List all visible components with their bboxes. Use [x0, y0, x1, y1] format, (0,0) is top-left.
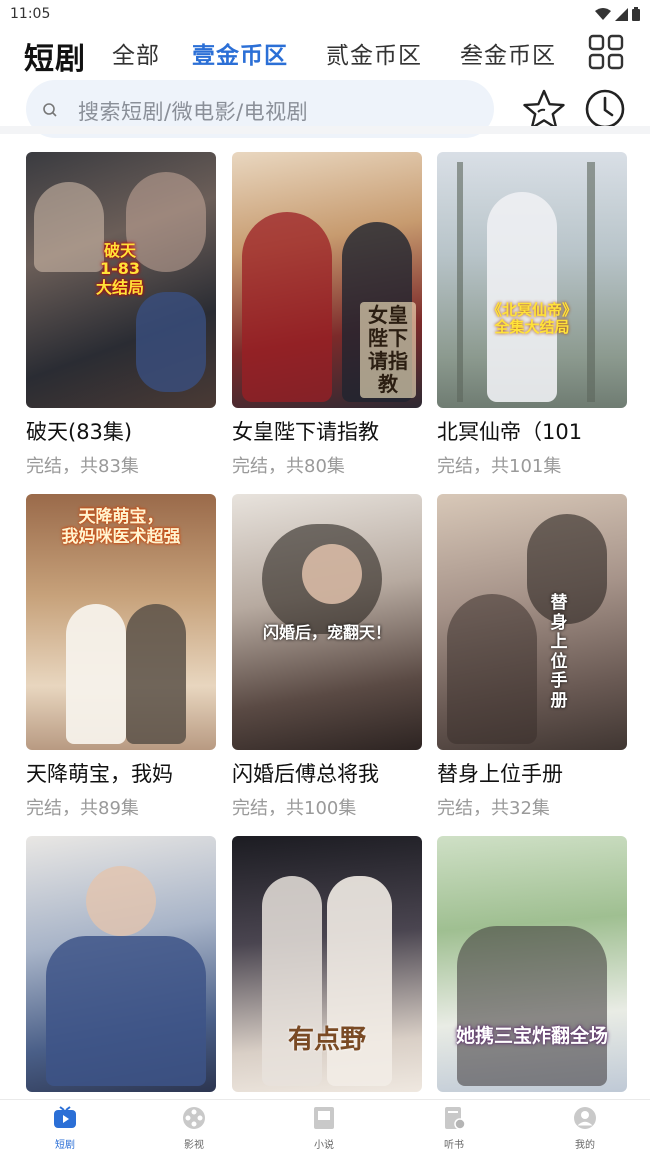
tab-audiobooks[interactable]: 听书 — [414, 1106, 494, 1154]
tab-three-coin[interactable]: 叁金币区 — [460, 36, 556, 70]
tab-label: 短剧 — [55, 1140, 75, 1151]
poster-title-text: 女皇陛下请指教 — [360, 302, 416, 398]
drama-poster[interactable]: 替身上位手册 — [437, 494, 627, 750]
tab-two-coin[interactable]: 贰金币区 — [326, 36, 422, 70]
search-icon — [43, 103, 57, 117]
tab-label: 小说 — [314, 1140, 334, 1151]
drama-poster[interactable] — [26, 836, 216, 1092]
tab-movies[interactable]: 影视 — [154, 1106, 234, 1154]
clock-icon[interactable] — [584, 88, 626, 130]
drama-poster[interactable]: 有点野 — [232, 836, 422, 1092]
page-title: 短剧 — [24, 42, 86, 77]
film-reel-icon — [183, 1107, 205, 1129]
drama-poster[interactable]: 天降萌宝， 我妈咪医术超强 — [26, 494, 216, 750]
drama-status: 完结，共100集 — [232, 798, 357, 819]
drama-status: 完结，共89集 — [26, 798, 139, 819]
drama-title: 天降萌宝，我妈 — [26, 762, 173, 786]
book-icon — [314, 1107, 334, 1129]
poster-title-text: 有点野 — [287, 1025, 366, 1055]
tab-short-drama[interactable]: 短剧 — [25, 1106, 105, 1154]
tab-label: 我的 — [575, 1140, 595, 1151]
drama-title: 闪婚后傅总将我 — [232, 762, 379, 786]
wifi-icon — [595, 8, 611, 20]
poster-title-text: 破天 1-83 大结局 — [95, 241, 144, 297]
status-bar: 11:05 — [0, 0, 650, 28]
poster-title-text: 替身上位手册 — [550, 593, 568, 711]
drama-title: 破天(83集) — [26, 420, 133, 444]
status-time: 11:05 — [10, 6, 51, 22]
poster-title-text: 闪婚后，宠翻天！ — [262, 623, 391, 642]
drama-status: 完结，共83集 — [26, 456, 139, 477]
tab-label: 听书 — [444, 1140, 464, 1151]
tab-label: 影视 — [184, 1140, 204, 1151]
drama-poster[interactable]: 破天 1-83 大结局 — [26, 152, 216, 408]
search-placeholder: 搜索短剧/微电影/电视剧 — [78, 100, 309, 124]
header-divider — [0, 126, 650, 134]
signal-icon — [615, 7, 628, 21]
headphone-book-icon — [445, 1107, 466, 1130]
poster-title-text: 她携三宝炸翻全场 — [455, 1025, 608, 1047]
drama-title: 替身上位手册 — [437, 762, 563, 786]
tab-all[interactable]: 全部 — [112, 36, 160, 70]
drama-status: 完结，共80集 — [232, 456, 345, 477]
user-icon — [574, 1107, 596, 1129]
poster-title-text: 天降萌宝， 我妈咪医术超强 — [61, 507, 181, 547]
tv-icon — [54, 1106, 76, 1128]
drama-poster[interactable]: 她携三宝炸翻全场 — [437, 836, 627, 1092]
tab-novels[interactable]: 小说 — [284, 1106, 364, 1154]
grid-icon[interactable] — [588, 34, 624, 70]
poster-title-text: 《北冥仙帝》 全集大结局 — [486, 301, 577, 337]
tab-one-coin[interactable]: 壹金币区 — [192, 36, 288, 70]
drama-title: 北冥仙帝（101 — [437, 420, 583, 444]
drama-poster[interactable]: 闪婚后，宠翻天！ — [232, 494, 422, 750]
drama-status: 完结，共32集 — [437, 798, 550, 819]
drama-status: 完结，共101集 — [437, 456, 562, 477]
bottom-tab-bar: 短剧 影视 小说 听书 我的 — [0, 1099, 650, 1155]
top-nav: 短剧 全部 壹金币区 贰金币区 叁金币区 — [0, 28, 650, 77]
drama-poster[interactable]: 《北冥仙帝》 全集大结局 — [437, 152, 627, 408]
status-icons — [595, 7, 640, 21]
drama-title: 女皇陛下请指教 — [232, 420, 379, 444]
drama-poster[interactable]: 女皇陛下请指教 — [232, 152, 422, 408]
battery-icon — [632, 7, 640, 21]
tab-profile[interactable]: 我的 — [545, 1106, 625, 1154]
